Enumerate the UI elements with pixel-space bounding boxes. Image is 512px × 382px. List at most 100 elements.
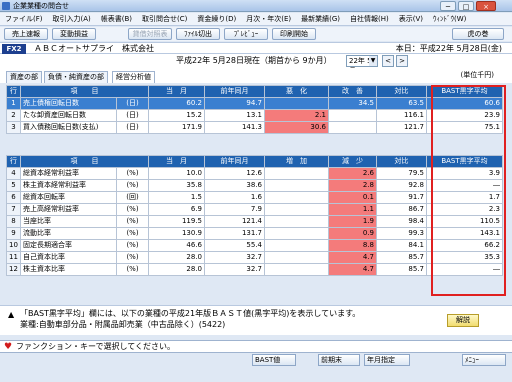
row-item: 売上債権回転日数: [20, 97, 117, 110]
row-better: 34.5: [328, 97, 377, 110]
f7-prev-period-button[interactable]: 前期末: [318, 354, 360, 366]
balance-sheet-button[interactable]: 貸借対照表: [128, 28, 172, 40]
row-unit: (%): [116, 167, 149, 180]
explain-button[interactable]: 解説: [447, 314, 479, 327]
table-row[interactable]: 5 株主資本経常利益率 (%) 35.8 38.6 2.8 92.8 ―: [6, 179, 503, 192]
row-unit: (回): [116, 191, 149, 204]
row-previous: 141.3: [204, 121, 265, 134]
row-ratio: 98.4: [376, 215, 427, 228]
row-decrease: 0.9: [328, 227, 377, 240]
header-ratio: 対比: [376, 85, 427, 98]
row-item: 総資本回転率: [20, 191, 117, 204]
row-item: 売上高経常利益率: [20, 203, 117, 216]
row-bast: 60.6: [426, 97, 503, 110]
row-decrease: 1.9: [328, 215, 377, 228]
tab-liabilities-equity[interactable]: 負債・純資産の部: [44, 71, 108, 83]
row-ratio: 116.1: [376, 109, 427, 122]
row-previous: 94.7: [204, 97, 265, 110]
menu-monthly-yearly[interactable]: 月次・年次(E): [241, 13, 296, 25]
preview-button[interactable]: ﾌﾟﾚﾋﾞｭｰ: [224, 28, 268, 40]
table-row[interactable]: 2 たな卸資産回転日数 (日) 15.2 13.1 2.1 116.1 23.9: [6, 109, 503, 122]
tab-assets[interactable]: 資産の部: [6, 71, 42, 83]
menu-company-info[interactable]: 自社情報(H): [345, 13, 394, 25]
row-decrease: 1.1: [328, 203, 377, 216]
window-title: 企業業種の問合せ: [13, 2, 69, 10]
row-decrease: 2.6: [328, 167, 377, 180]
table-row[interactable]: 9 流動比率 (%) 130.9 131.7 0.9 99.3 143.1: [6, 227, 503, 240]
f12-menu-button[interactable]: ﾒﾆｭｰ: [462, 354, 506, 366]
menu-file[interactable]: ファイル(F): [0, 13, 48, 25]
row-bast: 2.3: [426, 203, 503, 216]
row-bast: 35.3: [426, 251, 503, 264]
header-row-no: 行: [6, 85, 21, 98]
header-prev-year-month: 前年同月: [204, 85, 265, 98]
maximize-button[interactable]: □: [458, 1, 474, 11]
row-previous: 7.9: [204, 203, 265, 216]
table-row[interactable]: 4 総資本経常利益率 (%) 10.0 12.6 2.6 79.5 3.9: [6, 167, 503, 180]
f7-label: 前期末: [321, 356, 342, 364]
row-previous: 12.6: [204, 167, 265, 180]
row-increase: [264, 227, 329, 240]
table-header-row: 行 項 目 当 月 前年同月 増 加 減 少 対比 BAST黒字平均: [6, 155, 503, 168]
period-bar: 平成22年 5月28日現在（期首から 9か月） 22年 5月 ▼ < >: [0, 54, 512, 75]
print-button[interactable]: 印刷開始: [272, 28, 316, 40]
chevron-down-icon[interactable]: ▼: [369, 56, 377, 66]
variable-pl-button[interactable]: 変動損益: [52, 28, 96, 40]
row-current: 6.9: [148, 203, 205, 216]
file-export-button[interactable]: ﾌｧｲﾙ切出: [176, 28, 220, 40]
header-current-month: 当 月: [148, 85, 205, 98]
row-increase: [264, 215, 329, 228]
row-item: 流動比率: [20, 227, 117, 240]
f5-label: BAST値: [255, 356, 281, 364]
menu-window[interactable]: ｳｨﾝﾄﾞｳ(W): [428, 13, 471, 25]
menu-cashflow[interactable]: 資金繰り(D): [192, 13, 241, 25]
row-unit: (日): [116, 121, 149, 134]
f8-date-select-button[interactable]: 年月指定: [364, 354, 410, 366]
header-current-month: 当 月: [148, 155, 205, 168]
unit-label: (単位千円): [460, 71, 494, 79]
table-row[interactable]: 1 売上債権回転日数 (日) 60.2 94.7 34.5 63.5 60.6: [6, 97, 503, 110]
month-select[interactable]: 22年 5月 ▼: [346, 55, 378, 75]
table-row[interactable]: 3 買入債務回転日数(支払) (日) 171.9 141.3 30.6 121.…: [6, 121, 503, 134]
table-row[interactable]: 6 総資本回転率 (回) 1.5 1.6 0.1 91.7 1.7: [6, 191, 503, 204]
table-row[interactable]: 7 売上高経常利益率 (%) 6.9 7.9 1.1 86.7 2.3: [6, 203, 503, 216]
row-ratio: 92.8: [376, 179, 427, 192]
sales-flash-button[interactable]: 売上速報: [4, 28, 48, 40]
row-unit: (%): [116, 251, 149, 264]
table-row[interactable]: 8 当座比率 (%) 119.5 121.4 1.9 98.4 110.5: [6, 215, 503, 228]
status-message: ファンクション・キーで選択してください。: [16, 342, 176, 351]
menu-view[interactable]: 表示(V): [394, 13, 428, 25]
f12-label: ﾒﾆｭｰ: [465, 356, 479, 364]
row-current: 28.0: [148, 251, 205, 264]
row-no: 10: [6, 239, 21, 252]
row-item: 総資本経常利益率: [20, 167, 117, 180]
row-increase: [264, 251, 329, 264]
period-text: 平成22年 5月28日現在（期首から 9か月）: [176, 56, 332, 65]
menu-transaction-input[interactable]: 取引入力(A): [48, 13, 96, 25]
table-row[interactable]: 10 固定長期適合率 (%) 46.6 55.4 8.8 84.1 66.2: [6, 239, 503, 252]
f5-bast-button[interactable]: BAST値: [252, 354, 296, 366]
menu-reports[interactable]: 帳表書(B): [96, 13, 137, 25]
table-row[interactable]: 11 自己資本比率 (%) 28.0 32.7 4.7 85.7 35.3: [6, 251, 503, 264]
next-month-button[interactable]: >: [396, 55, 408, 67]
menu-transaction-query[interactable]: 取引問合せ(C): [137, 13, 192, 25]
prev-month-button[interactable]: <: [382, 55, 394, 67]
row-ratio: 79.5: [376, 167, 427, 180]
note-line-2: 業種:自動車部分品・附属品卸売業（中古品除く）(5422): [20, 320, 226, 329]
close-button[interactable]: ×: [476, 1, 496, 11]
row-worse: 30.6: [264, 121, 329, 134]
row-current: 130.9: [148, 227, 205, 240]
menu-latest-results[interactable]: 最新業績(G): [296, 13, 345, 25]
manual-button[interactable]: 虎の巻: [452, 28, 504, 40]
tab-management-analysis[interactable]: 経営分析値: [112, 71, 155, 83]
row-previous: 38.6: [204, 179, 265, 192]
row-previous: 121.4: [204, 215, 265, 228]
table-row[interactable]: 12 株主資本比率 (%) 28.0 32.7 4.7 85.7 ―: [6, 263, 503, 276]
row-no: 11: [6, 251, 21, 264]
minimize-button[interactable]: ─: [440, 1, 456, 11]
row-current: 60.2: [148, 97, 205, 110]
f8-label: 年月指定: [367, 356, 395, 364]
row-unit: (%): [116, 227, 149, 240]
row-increase: [264, 167, 329, 180]
row-no: 7: [6, 203, 21, 216]
